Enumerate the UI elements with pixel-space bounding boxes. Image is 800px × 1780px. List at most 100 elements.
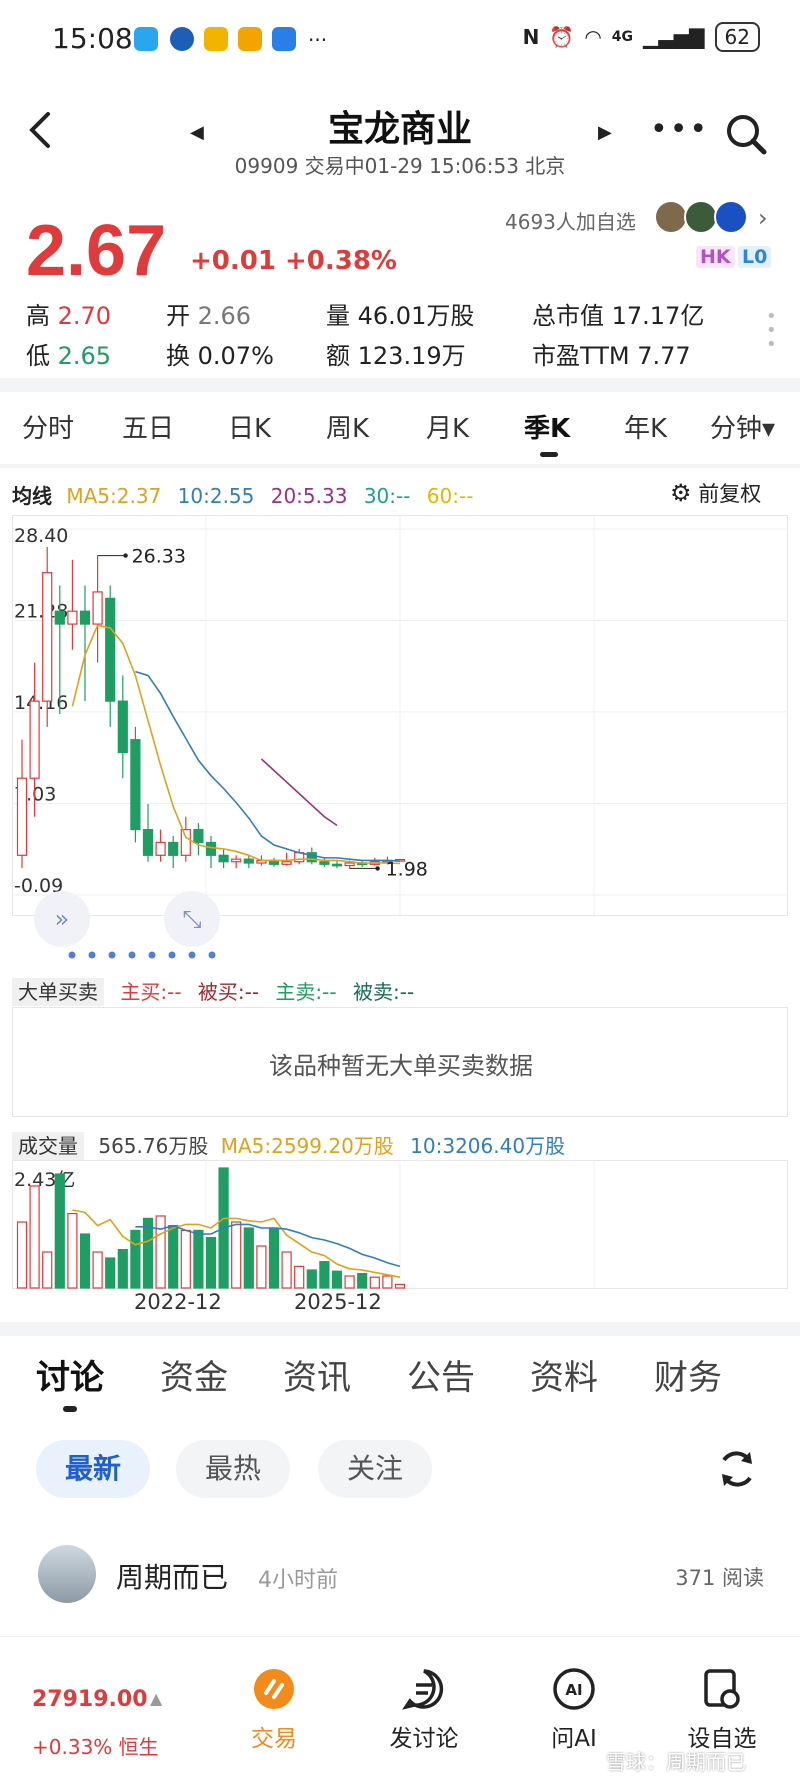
more-options-icon[interactable]: ••• bbox=[650, 112, 709, 147]
volume-bar bbox=[67, 1212, 78, 1289]
nav-post[interactable]: 发讨论 bbox=[374, 1667, 474, 1753]
nav-ask-ai[interactable]: AI 问AI bbox=[524, 1667, 624, 1753]
section-divider bbox=[0, 378, 800, 392]
candle-body bbox=[168, 841, 179, 856]
active-tab-indicator bbox=[540, 452, 558, 457]
tab-discussion[interactable]: 讨论 bbox=[36, 1350, 104, 1399]
candle-body bbox=[130, 739, 141, 831]
candle-body bbox=[243, 858, 254, 864]
browser-app-icon bbox=[272, 27, 296, 51]
index-change[interactable]: +0.33% 恒生 bbox=[32, 1731, 159, 1760]
tab-period-weekly[interactable]: 周K bbox=[326, 408, 369, 445]
ma60-label: 60:-- bbox=[426, 484, 474, 508]
index-value[interactable]: 27919.00 bbox=[32, 1687, 148, 1712]
tab-period-yearly[interactable]: 年K bbox=[624, 408, 667, 445]
status-bar: 15:08 ··· N ⏰ ◠ 4G ▁▃▅▇ 62 bbox=[0, 0, 800, 80]
chevron-right-icon[interactable]: › bbox=[758, 204, 768, 232]
follower-count[interactable]: 4693人加自选 bbox=[505, 206, 636, 235]
candle-body bbox=[92, 591, 103, 625]
volume-max-label: 2.43亿 bbox=[14, 1169, 75, 1191]
stat-mktcap-value: 17.17亿 bbox=[611, 302, 705, 330]
volume-bar bbox=[142, 1217, 154, 1289]
mail-app-icon bbox=[204, 27, 228, 51]
filter-hot[interactable]: 最热 bbox=[176, 1440, 290, 1498]
tab-period-monthly[interactable]: 月K bbox=[426, 408, 469, 445]
period-tabs: 分时 五日 日K 周K 月K 季K 年K 分钟▾ bbox=[0, 408, 800, 458]
volume-chart[interactable]: 2.43亿 bbox=[12, 1160, 788, 1320]
candle-body bbox=[29, 700, 40, 779]
market-badge-hk: HK bbox=[696, 246, 735, 268]
bank-app-icon bbox=[170, 27, 194, 51]
adjust-setting[interactable]: ⚙ 前复权 bbox=[670, 478, 761, 508]
volume-ma5: MA5:2599.20万股 bbox=[220, 1134, 394, 1158]
min-annotation-label: 1.98 bbox=[386, 858, 428, 880]
tab-financials[interactable]: 财务 bbox=[654, 1350, 722, 1399]
volume-bar bbox=[231, 1221, 242, 1289]
nav-add-watchlist[interactable]: 设自选 bbox=[672, 1667, 772, 1753]
network-label: 4G bbox=[611, 29, 634, 45]
next-stock-icon[interactable]: ▶ bbox=[598, 122, 612, 143]
search-icon[interactable] bbox=[724, 112, 767, 155]
kline-chart[interactable]: 28.4021.2814.167.03-0.0926.331.98» ⤡ bbox=[12, 515, 788, 965]
tab-period-daily[interactable]: 日K bbox=[228, 408, 271, 445]
message-app-icon bbox=[134, 27, 158, 51]
tab-capital[interactable]: 资金 bbox=[160, 1350, 228, 1399]
volume-bar bbox=[243, 1227, 254, 1289]
page-dot bbox=[208, 951, 216, 959]
candle-body bbox=[231, 858, 242, 863]
tab-news[interactable]: 资讯 bbox=[283, 1350, 351, 1399]
tab-period-minute[interactable]: 分钟▾ bbox=[710, 408, 775, 445]
candle-body bbox=[54, 610, 65, 625]
max-annotation-label: 26.33 bbox=[132, 546, 186, 568]
tab-profile[interactable]: 资料 bbox=[530, 1350, 598, 1399]
trade-icon bbox=[254, 1669, 294, 1709]
post-username[interactable]: 周期而已 bbox=[116, 1556, 228, 1596]
big-orders-panel: 该品种暂无大单买卖数据 bbox=[12, 1007, 788, 1117]
stat-open: 开 2.66 bbox=[166, 302, 252, 330]
candle-body bbox=[344, 862, 355, 867]
active-tab-indicator bbox=[63, 1406, 77, 1412]
ma-legend[interactable]: 均线 MA5:2.37 10:2.55 20:5.33 30:-- 60:-- bbox=[12, 480, 473, 509]
volume-bar bbox=[130, 1229, 141, 1289]
stat-turnover-value: 0.07% bbox=[197, 342, 274, 370]
avatar[interactable] bbox=[38, 1545, 96, 1603]
wifi-icon: ◠ bbox=[584, 25, 602, 49]
refresh-icon[interactable] bbox=[714, 1446, 760, 1492]
big-orders-title: 大单买卖 bbox=[12, 978, 104, 1006]
stat-amount-value: 123.19万 bbox=[357, 342, 466, 370]
expand-stats-icon[interactable]: • • • bbox=[766, 308, 777, 354]
nav-trade[interactable]: 交易 bbox=[224, 1667, 324, 1753]
follower-avatar bbox=[684, 200, 718, 234]
x-axis-label: 2022-12 bbox=[134, 1290, 222, 1314]
filter-latest[interactable]: 最新 bbox=[36, 1440, 150, 1498]
min-annotation-dot bbox=[375, 866, 380, 871]
tab-period-5day[interactable]: 五日 bbox=[122, 408, 174, 445]
stat-volume-value: 46.01万股 bbox=[357, 302, 475, 330]
stat-turnover: 换 0.07% bbox=[166, 342, 274, 370]
candle-body bbox=[67, 610, 78, 625]
volume-bar bbox=[168, 1224, 179, 1289]
volume-bar bbox=[382, 1275, 393, 1289]
battery-level: 62 bbox=[724, 25, 750, 49]
x-axis-label: 2025-12 bbox=[294, 1290, 382, 1314]
active-sell-label: 主卖:-- bbox=[275, 980, 337, 1004]
big-orders-empty-text: 该品种暂无大单买卖数据 bbox=[269, 1052, 533, 1080]
volume-bar bbox=[294, 1265, 305, 1289]
filter-following[interactable]: 关注 bbox=[318, 1440, 432, 1498]
tab-period-quarterly[interactable]: 季K bbox=[524, 408, 570, 445]
volume-bar bbox=[306, 1269, 317, 1289]
candle-body bbox=[205, 841, 217, 856]
volume-bar bbox=[92, 1251, 103, 1289]
status-right: N ⏰ ◠ 4G ▁▃▅▇ 62 bbox=[523, 22, 760, 52]
ma-legend-title: 均线 bbox=[12, 484, 52, 508]
active-buy-label: 主买:-- bbox=[120, 980, 182, 1004]
svg-text:AI: AI bbox=[565, 1681, 582, 1699]
post-read-count: 371 阅读 bbox=[675, 1566, 764, 1590]
volume-bar bbox=[16, 1221, 28, 1289]
candle-body bbox=[281, 861, 292, 865]
status-time: 15:08 bbox=[52, 22, 133, 55]
triangle-up-icon: ▲ bbox=[150, 1689, 163, 1708]
tab-announcements[interactable]: 公告 bbox=[407, 1350, 475, 1399]
nav-post-label: 发讨论 bbox=[389, 1726, 459, 1752]
tab-period-intraday[interactable]: 分时 bbox=[22, 408, 74, 445]
